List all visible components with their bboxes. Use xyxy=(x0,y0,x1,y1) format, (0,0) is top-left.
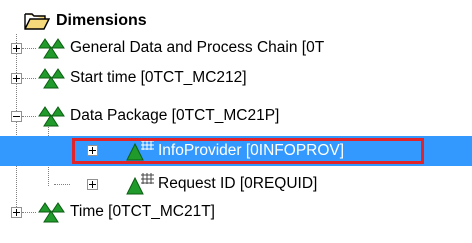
tree-item[interactable]: Request ID [0REQUID] xyxy=(158,170,317,198)
tree-connector-line xyxy=(22,78,36,79)
expand-toggle-icon[interactable] xyxy=(11,43,22,54)
tree-connector-line xyxy=(22,116,36,117)
dimension-icon xyxy=(38,38,65,59)
tree-item-label: General Data and Process Chain [0T xyxy=(70,39,325,56)
expand-toggle-icon[interactable] xyxy=(87,179,98,190)
tree-item[interactable]: Start time [0TCT_MC212] xyxy=(70,64,247,92)
characteristic-icon xyxy=(126,173,154,195)
tree-root-dimensions[interactable]: Dimensions xyxy=(24,10,147,32)
tree-item[interactable]: General Data and Process Chain [0T xyxy=(70,34,324,62)
dimension-icon xyxy=(38,106,65,127)
tree-item-label: Start time [0TCT_MC212] xyxy=(70,69,247,86)
folder-open-icon xyxy=(24,13,50,30)
dimension-icon xyxy=(38,202,65,223)
expand-toggle-icon[interactable] xyxy=(11,73,22,84)
tree-item[interactable]: Time [0TCT_MC21T] xyxy=(70,198,215,226)
tree-connector-line xyxy=(54,184,70,185)
highlight-box xyxy=(72,138,424,164)
tree-connector-line xyxy=(22,48,36,49)
tree-item-label: Data Package [0TCT_MC21P] xyxy=(70,107,280,124)
dimension-icon xyxy=(38,68,65,89)
tree-root-label: Dimensions xyxy=(56,12,147,29)
tree-item-label: Request ID [0REQUID] xyxy=(158,175,318,192)
collapse-toggle-icon[interactable] xyxy=(11,111,22,122)
tree-connector-line xyxy=(22,212,36,213)
tree-item-label: Time [0TCT_MC21T] xyxy=(70,203,215,220)
tree-connector-line xyxy=(16,34,17,217)
expand-toggle-icon[interactable] xyxy=(11,207,22,218)
tree-item[interactable]: Data Package [0TCT_MC21P] xyxy=(70,102,279,130)
dimensions-tree[interactable]: Dimensions General Data and Process Chai… xyxy=(0,0,472,243)
